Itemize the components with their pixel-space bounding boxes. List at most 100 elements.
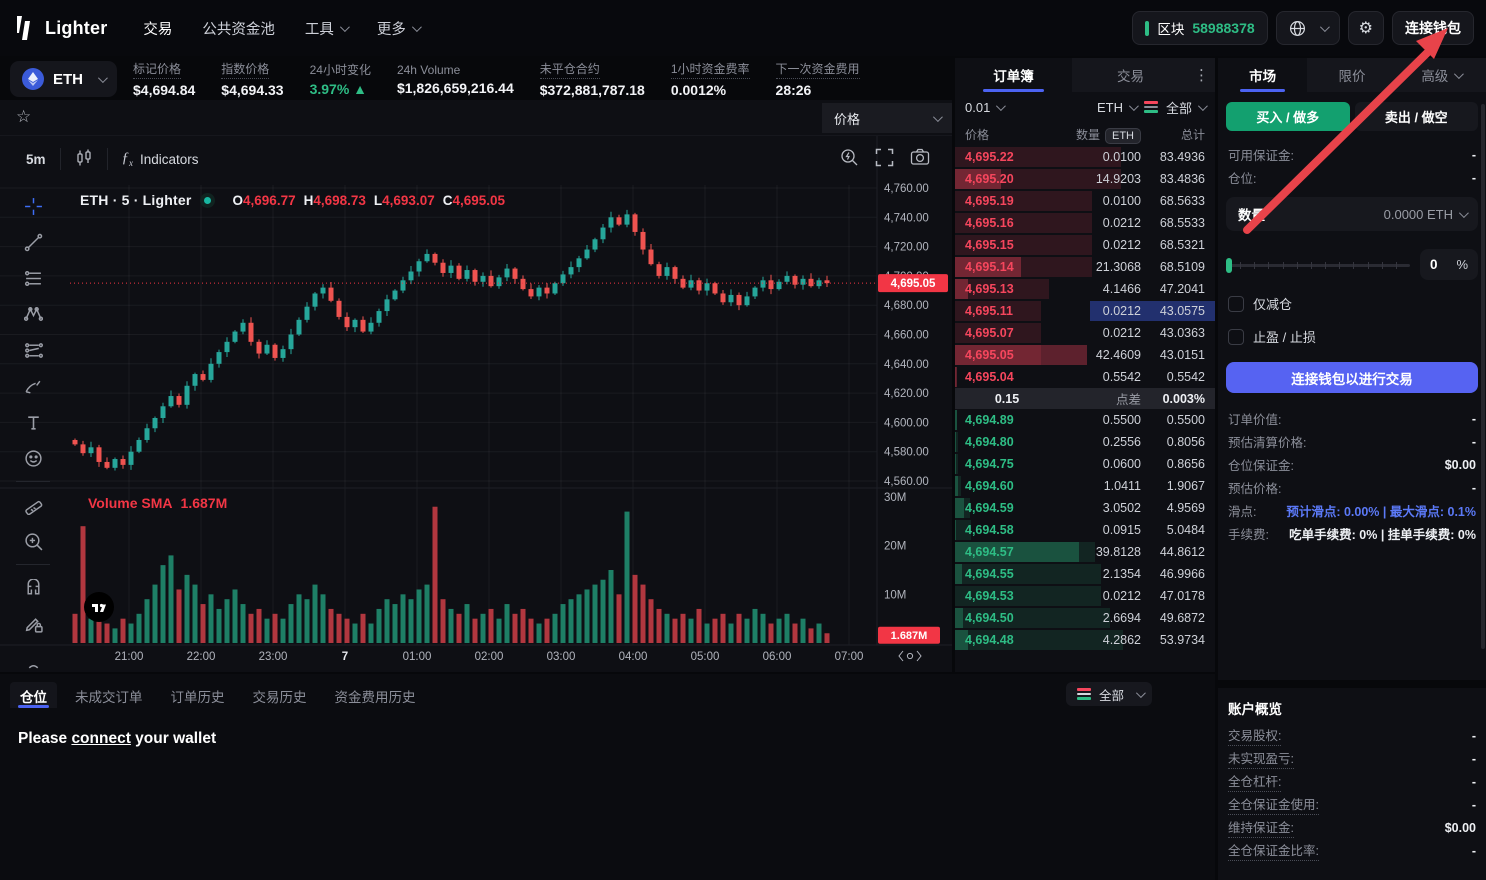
price-chart[interactable]: 4,760.004,740.004,720.004,700.004,680.00… <box>0 100 952 672</box>
emoji-tool[interactable] <box>0 440 66 476</box>
history-tab-2[interactable]: 未成交订单 <box>65 682 153 708</box>
crosshair-tool[interactable] <box>0 188 66 224</box>
history-tab-3[interactable]: 订单历史 <box>161 682 235 708</box>
checkbox-icon[interactable] <box>1228 329 1244 345</box>
fullscreen-icon[interactable] <box>875 148 894 170</box>
xabcd-pattern-tool[interactable] <box>0 296 66 332</box>
history-tab-4[interactable]: 交易历史 <box>243 682 317 708</box>
orderbook-bid-row[interactable]: 4,694.593.05024.9569 <box>955 497 1215 519</box>
nav-link-1[interactable]: 交易 <box>143 18 172 39</box>
orderbook-tab-1[interactable]: 订单簿 <box>955 58 1072 92</box>
history-tab-5[interactable]: 资金费用历史 <box>325 682 426 708</box>
checkbox-icon[interactable] <box>1228 296 1244 312</box>
data-status-icon[interactable] <box>200 193 215 208</box>
language-selector[interactable] <box>1276 11 1340 45</box>
total-cell: 4.9569 <box>1141 501 1205 515</box>
orderbook-bid-row[interactable]: 4,694.530.021247.0178 <box>955 585 1215 607</box>
orderbook-ask-row[interactable]: 4,695.2014.920383.4836 <box>955 168 1215 190</box>
orderbook-asks: 4,695.220.010083.49364,695.2014.920383.4… <box>955 146 1215 388</box>
tpsl-checkbox-row[interactable]: 止盈 / 止损 <box>1228 327 1476 346</box>
buy-long-button[interactable]: 买入 / 做多 <box>1226 102 1350 131</box>
orderbook-ask-row[interactable]: 4,695.160.021268.5533 <box>955 212 1215 234</box>
orderbook-bid-row[interactable]: 4,694.580.09155.0484 <box>955 519 1215 541</box>
magnifier-bolt-icon[interactable] <box>840 148 859 170</box>
orderbook-ask-row[interactable]: 4,695.190.010068.5633 <box>955 190 1215 212</box>
scrollbar[interactable] <box>1481 104 1485 649</box>
legend-symbol: ETH · 5 · Lighter <box>80 192 192 208</box>
nav-link-4[interactable]: 更多 <box>377 18 419 39</box>
ruler-tool[interactable] <box>0 487 66 523</box>
orderbook-bid-row[interactable]: 4,694.502.669449.6872 <box>955 607 1215 629</box>
orderbook-bid-row[interactable]: 4,694.5739.812844.8612 <box>955 541 1215 563</box>
unit-select[interactable]: ETH <box>1097 100 1136 115</box>
orderbook-bid-row[interactable]: 4,694.750.06000.8656 <box>955 453 1215 475</box>
orderbook-ask-row[interactable]: 4,695.220.010083.4936 <box>955 146 1215 168</box>
price-display-select[interactable]: 价格 <box>822 103 952 133</box>
favorite-star-icon[interactable]: ☆ <box>16 107 31 127</box>
more-tools-tool[interactable] <box>0 642 66 678</box>
orderbook-bid-row[interactable]: 4,694.601.04111.9067 <box>955 475 1215 497</box>
fib-retracement-tool[interactable] <box>0 260 66 296</box>
spread-row[interactable]: 0.15 点差 0.003% <box>955 388 1215 409</box>
percent-input[interactable]: 0 % <box>1420 249 1478 280</box>
text-tool[interactable] <box>0 404 66 440</box>
total-cell: 68.5321 <box>1141 238 1205 252</box>
forecast-tool[interactable] <box>0 332 66 368</box>
magnet-tool[interactable] <box>0 570 66 606</box>
orderbook-bid-row[interactable]: 4,694.800.25560.8056 <box>955 431 1215 453</box>
more-menu-icon[interactable]: ⋮ <box>1189 58 1215 92</box>
scale-settings-icon[interactable] <box>899 651 921 661</box>
orderbook-ask-row[interactable]: 4,695.110.021243.0575 <box>955 300 1215 322</box>
candle-style-icon[interactable] <box>75 149 93 170</box>
account-row: 全仓保证金比率:- <box>1218 839 1486 862</box>
connect-wallet-trade-button[interactable]: 连接钱包以进行交易 <box>1226 362 1478 393</box>
depth-filter-select[interactable]: 全部 <box>1166 98 1205 117</box>
block-number-pill[interactable]: 区块 58988378 <box>1132 11 1267 45</box>
tick-size-select[interactable]: 0.01 <box>965 100 1003 115</box>
text-icon <box>24 413 43 432</box>
symbol-selector[interactable]: ETH <box>10 61 117 97</box>
connect-link[interactable]: connect <box>71 730 130 747</box>
brush-tool[interactable] <box>0 368 66 404</box>
order-type-tab-2[interactable]: 限价 <box>1307 58 1396 92</box>
tab-label: 高级 <box>1421 65 1448 85</box>
orderbook-ask-row[interactable]: 4,695.070.021243.0363 <box>955 322 1215 344</box>
history-tab-1[interactable]: 仓位 <box>10 682 57 708</box>
tab-label: 限价 <box>1338 65 1365 85</box>
positions-filter-select[interactable]: 全部 <box>1066 682 1152 706</box>
indicators-fx-icon[interactable]: ƒx <box>122 150 134 168</box>
quantity-input[interactable]: 数量 0.0000 ETH <box>1226 197 1478 231</box>
brand[interactable]: Lighter <box>14 15 107 41</box>
connect-wallet-button[interactable]: 连接钱包 <box>1392 11 1474 45</box>
tradingview-logo[interactable] <box>84 592 114 622</box>
indicators-button[interactable]: Indicators <box>140 152 199 167</box>
orderbook-bid-row[interactable]: 4,694.484.286253.9734 <box>955 629 1215 651</box>
edit-lock-tool[interactable] <box>0 606 66 642</box>
order-type-tab-1[interactable]: 市场 <box>1218 58 1307 92</box>
order-type-tab-3[interactable]: 高级 <box>1397 58 1486 92</box>
orderbook-bid-row[interactable]: 4,694.552.135446.9966 <box>955 563 1215 585</box>
settings-button[interactable]: ⚙ <box>1348 11 1384 45</box>
trend-line-tool[interactable] <box>0 224 66 260</box>
stat-item-3: 24小时变化3.97% ▲ <box>310 61 371 97</box>
nav-link-3[interactable]: 工具 <box>305 18 347 39</box>
edit-lock-icon <box>24 615 43 634</box>
orderbook-tab-2[interactable]: 交易 <box>1072 58 1189 92</box>
main-nav-links: 交易 公共资金池 工具 更多 <box>143 18 419 39</box>
nav-link-2[interactable]: 公共资金池 <box>202 18 275 39</box>
sell-short-button[interactable]: 卖出 / 做空 <box>1355 102 1479 131</box>
timeframe-button[interactable]: 5m <box>26 152 46 167</box>
orderbook-ask-row[interactable]: 4,695.150.021268.5321 <box>955 234 1215 256</box>
orderbook-ask-row[interactable]: 4,695.1421.306868.5109 <box>955 256 1215 278</box>
zoom-in-tool[interactable] <box>0 523 66 559</box>
orderbook-ask-row[interactable]: 4,695.134.146647.2041 <box>955 278 1215 300</box>
svg-text:20M: 20M <box>884 541 906 553</box>
orderbook-ask-row[interactable]: 4,695.0542.460943.0151 <box>955 344 1215 366</box>
size-cell: 42.4609 <box>1049 348 1141 362</box>
size-percent-slider[interactable] <box>1226 257 1410 273</box>
reduce-only-checkbox-row[interactable]: 仅减仓 <box>1228 294 1476 313</box>
orderbook-ask-row[interactable]: 4,695.040.55420.5542 <box>955 366 1215 388</box>
camera-icon[interactable] <box>910 148 930 170</box>
orderbook-bid-row[interactable]: 4,694.890.55000.5500 <box>955 409 1215 431</box>
slider-thumb[interactable] <box>1226 258 1232 273</box>
